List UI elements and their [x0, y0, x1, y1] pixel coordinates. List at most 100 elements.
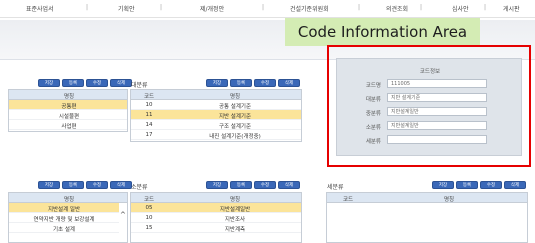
- top-middle-button-bar: 저장 등록 수정 삭제: [206, 79, 302, 88]
- edit-button[interactable]: 수정: [86, 79, 108, 87]
- delete-button[interactable]: 삭제: [504, 181, 526, 189]
- row-code: 11: [145, 112, 153, 118]
- info-row-code: 코드명 111005: [345, 79, 515, 89]
- major-category-grid: 코드 명칭 10 공통 설계기준 11 지반 설계기준 14 구조 설계기준 1…: [130, 89, 302, 142]
- save-button[interactable]: 저장: [432, 181, 454, 189]
- row-code: 14: [145, 122, 153, 128]
- nav-separator: |: [86, 4, 89, 11]
- table-row[interactable]: 14 구조 설계기준: [131, 120, 301, 130]
- nav-separator: |: [484, 4, 487, 11]
- delete-button[interactable]: 삭제: [278, 79, 300, 87]
- major-category-label: 대분류: [131, 82, 148, 89]
- nav-separator: |: [358, 4, 361, 11]
- nav-item-opinion[interactable]: 의견조회: [386, 4, 408, 13]
- table-row[interactable]: 17 내진 설계기준(개정중): [131, 130, 301, 140]
- bottom-middle-button-bar: 저장 등록 수정 삭제: [206, 181, 302, 190]
- table-row[interactable]: 기초 설계: [9, 223, 119, 233]
- info-panel-title: 코드정보: [419, 69, 441, 75]
- top-nav: 표준사업서 | 기획안 | 제/개정안 | 건설기준위원회 | 의견조회 | 심…: [0, 0, 535, 18]
- row-name: 공통 설계기준: [218, 104, 252, 110]
- save-button[interactable]: 저장: [206, 181, 228, 189]
- info-label: 세분류: [365, 139, 381, 145]
- table-row[interactable]: 시설물편: [9, 110, 127, 120]
- bottom-right-button-bar: 저장 등록 수정 삭제: [432, 181, 528, 190]
- minor-category-label: 소분류: [131, 184, 148, 191]
- grid-header-code: 코드: [143, 94, 155, 100]
- table-row[interactable]: 공통편: [9, 100, 127, 110]
- grid-header-name: 명칭: [229, 94, 241, 100]
- scroll-up-icon[interactable]: ^: [120, 211, 126, 219]
- row-name: 기초 설계: [53, 227, 75, 233]
- row-name: 시설물편: [58, 114, 80, 120]
- row-name: 지반설계 일반: [47, 207, 81, 213]
- row-name: 지반설계일반: [219, 207, 251, 213]
- code-info-panel: 코드정보 코드명 111005 대분류 지반 설계기준 중분류 지반설계일반 소…: [336, 58, 522, 156]
- major-category-field[interactable]: 지반 설계기준: [387, 93, 487, 102]
- nav-separator: |: [262, 4, 265, 11]
- table-row[interactable]: 05 지반설계일반: [131, 203, 301, 213]
- row-code: 17: [145, 132, 153, 138]
- info-label: 중분류: [365, 111, 381, 117]
- grid-header: 코드 명칭: [131, 90, 301, 100]
- row-code: 15: [145, 225, 153, 231]
- callout-label: Code Information Area: [285, 18, 480, 46]
- nav-item-standard[interactable]: 표준사업서: [26, 4, 54, 13]
- edit-button[interactable]: 수정: [254, 181, 276, 189]
- table-row[interactable]: 연약지반 개량 및 보강설계: [9, 213, 119, 223]
- save-button[interactable]: 저장: [206, 79, 228, 87]
- code-name-field[interactable]: 111005: [387, 79, 487, 88]
- top-left-grid: 명칭 공통편 시설물편 사업편: [8, 89, 128, 132]
- info-label: 대분류: [365, 97, 381, 103]
- edit-button[interactable]: 수정: [480, 181, 502, 189]
- grid-header-code: 코드: [143, 197, 155, 203]
- delete-button[interactable]: 삭제: [278, 181, 300, 189]
- bottom-left-button-bar: 저장 등록 수정 삭제: [38, 181, 134, 190]
- save-button[interactable]: 저장: [38, 79, 60, 87]
- nav-separator: |: [420, 4, 423, 11]
- grid-header-name: 명칭: [229, 197, 241, 203]
- table-row[interactable]: 11 지반 설계기준: [131, 110, 301, 120]
- grid-header-name: 명칭: [443, 197, 455, 203]
- top-left-button-bar: 저장 등록 수정 삭제: [38, 79, 134, 88]
- detail-category-field[interactable]: [387, 135, 487, 144]
- edit-button[interactable]: 수정: [254, 79, 276, 87]
- nav-item-revision[interactable]: 제/개정안: [200, 4, 224, 13]
- register-button[interactable]: 등록: [230, 181, 252, 189]
- row-name: 내진 설계기준(개정중): [209, 134, 261, 140]
- register-button[interactable]: 등록: [62, 79, 84, 87]
- grid-header: 코드 명칭: [327, 193, 527, 203]
- row-name: 지반계측: [224, 227, 246, 233]
- table-row[interactable]: 사업편: [9, 120, 127, 130]
- grid-header: 명칭: [9, 193, 127, 203]
- table-row[interactable]: 15 지반계측: [131, 223, 301, 233]
- minor-category-field[interactable]: 지반설계일반: [387, 121, 487, 130]
- minor-category-grid: 코드 명칭 05 지반설계일반 10 지반조사 15 지반계측: [130, 192, 302, 243]
- edit-button[interactable]: 수정: [86, 181, 108, 189]
- detail-category-grid: 코드 명칭: [326, 192, 528, 243]
- row-code: 05: [145, 205, 153, 211]
- grid-header: 명칭: [9, 90, 127, 100]
- nav-item-committee[interactable]: 건설기준위원회: [290, 4, 329, 13]
- grid-header-name: 명칭: [63, 197, 75, 203]
- info-row-middle: 중분류 지반설계일반: [345, 107, 515, 117]
- nav-item-review[interactable]: 심사안: [452, 4, 469, 13]
- middle-category-grid: 명칭 지반설계 일반 연약지반 개량 및 보강설계 기초 설계 ^: [8, 192, 128, 243]
- grid-header: 코드 명칭: [131, 193, 301, 203]
- grid-header-code: 코드: [342, 197, 354, 203]
- delete-button[interactable]: 삭제: [110, 181, 132, 189]
- grid-header-name: 명칭: [63, 94, 75, 100]
- table-row[interactable]: 지반설계 일반: [9, 203, 119, 213]
- nav-item-plan[interactable]: 기획안: [118, 4, 135, 13]
- table-row[interactable]: 10 공통 설계기준: [131, 100, 301, 110]
- nav-separator: |: [160, 4, 163, 11]
- register-button[interactable]: 등록: [230, 79, 252, 87]
- table-row[interactable]: 10 지반조사: [131, 213, 301, 223]
- nav-item-board[interactable]: 게시판: [503, 4, 520, 13]
- register-button[interactable]: 등록: [62, 181, 84, 189]
- save-button[interactable]: 저장: [38, 181, 60, 189]
- register-button[interactable]: 등록: [456, 181, 478, 189]
- middle-category-field[interactable]: 지반설계일반: [387, 107, 487, 116]
- info-row-major: 대분류 지반 설계기준: [345, 93, 515, 103]
- row-name: 지반 설계기준: [218, 114, 252, 120]
- delete-button[interactable]: 삭제: [110, 79, 132, 87]
